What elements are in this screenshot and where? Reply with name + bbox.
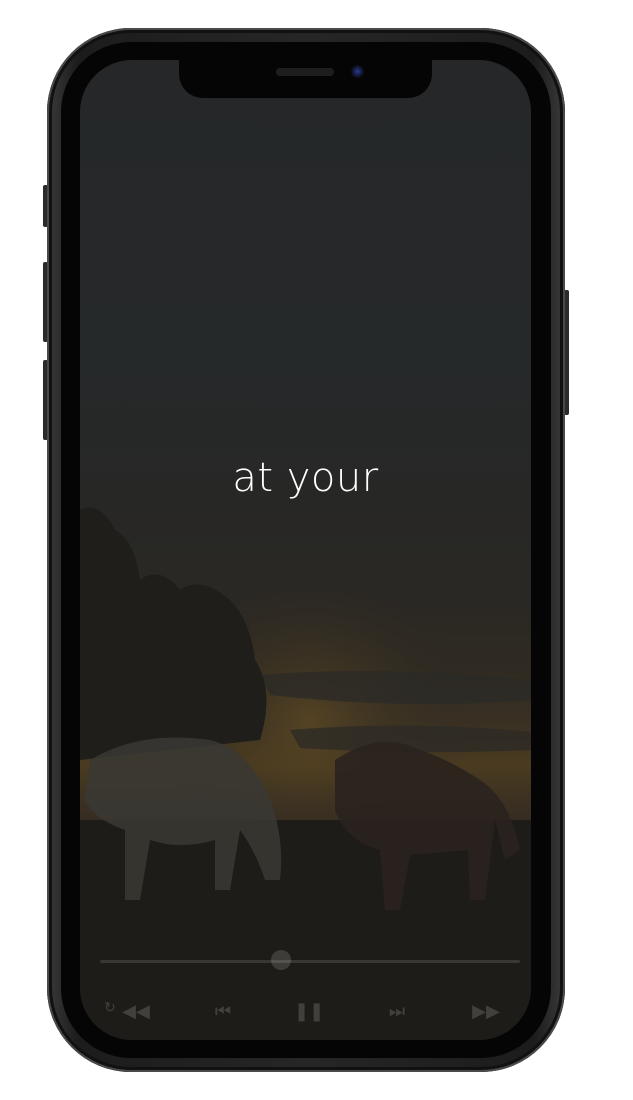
pause-icon[interactable]: ❚❚ (294, 1002, 324, 1022)
repeat-icon[interactable]: ↻ (100, 998, 120, 1018)
lyric-text: at your (232, 455, 379, 501)
phone-notch (179, 50, 432, 98)
rewind-icon[interactable]: ◀◀ (118, 1002, 154, 1022)
earpiece-speaker (276, 68, 334, 76)
seek-bar[interactable] (100, 960, 520, 963)
seek-thumb[interactable] (270, 950, 291, 970)
front-camera (351, 65, 364, 78)
skip-previous-icon[interactable]: ⏮ (208, 1002, 238, 1022)
skip-next-icon[interactable]: ⏭ (382, 1002, 412, 1022)
background-scene (80, 507, 531, 1040)
device-mockup: at your ↻ ◀◀ ⏮ ❚❚ ⏭ ▶▶ (0, 0, 633, 1100)
phone-screen[interactable]: at your ↻ ◀◀ ⏮ ❚❚ ⏭ ▶▶ (80, 60, 531, 1040)
fast-forward-icon[interactable]: ▶▶ (468, 1002, 504, 1022)
